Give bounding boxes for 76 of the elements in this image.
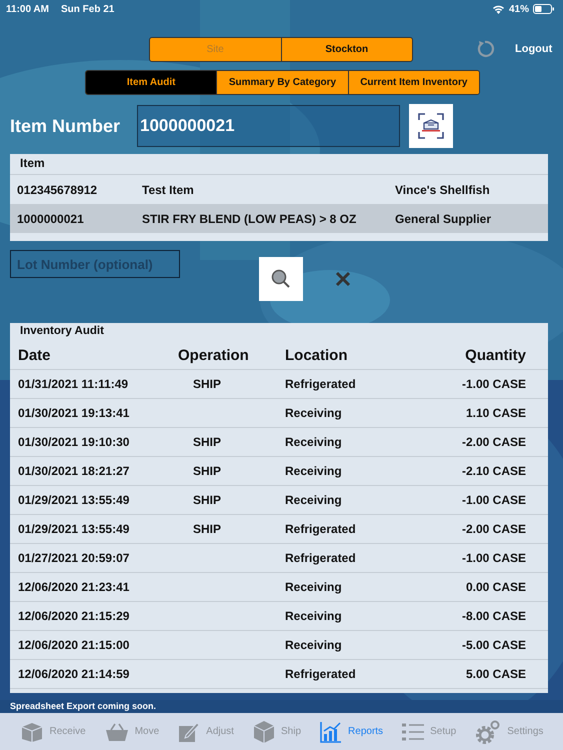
table-cell-text: 1000000021 <box>17 212 85 226</box>
table-cell-text: 01/30/2021 19:10:30 <box>18 435 130 449</box>
table-cell-text: -2.10 CASE <box>460 464 526 478</box>
table-cell-text: Receiving <box>285 435 343 449</box>
battery-percent: 41% <box>508 4 529 14</box>
table-cell-text: 01/31/2021 11:11:49 <box>18 377 130 391</box>
table-cell-text: Refrigerated <box>285 522 357 536</box>
table-cell-text: Vince's Shellfish <box>395 182 491 196</box>
table-cell-text: Refrigerated <box>285 551 357 565</box>
table-cell-text: SHIP <box>192 377 222 391</box>
column-header: Operation <box>178 347 250 364</box>
logout-button[interactable]: Logout <box>515 43 552 55</box>
table-cell-text: 01/30/2021 18:21:27 <box>18 464 130 478</box>
table-cell-text: SHIP <box>192 522 222 536</box>
table-cell-text: Receiving <box>285 406 343 420</box>
table-cell-text: SHIP <box>192 493 222 507</box>
table-cell-text: 5.00 CASE <box>464 667 526 681</box>
basket-icon <box>104 722 129 742</box>
table-cell-text: -5.00 CASE <box>460 638 526 652</box>
item-number-label: Item Number <box>10 116 122 136</box>
box-icon <box>20 720 44 742</box>
table-cell-text: SHIP <box>192 464 222 478</box>
table-cell-text: -8.00 CASE <box>460 609 526 623</box>
list-icon <box>402 722 424 740</box>
wifi-icon <box>492 4 505 14</box>
item-row[interactable]: 012345678912 Test Item Vince's Shellfish <box>10 175 548 204</box>
table-cell-text: -1.00 CASE <box>460 377 526 391</box>
table-cell-text: Receiving <box>285 580 343 594</box>
clear-icon[interactable] <box>335 271 351 287</box>
table-cell-text: SHIP <box>192 435 222 449</box>
report-tab[interactable]: Current Item Inventory <box>348 71 479 94</box>
table-cell-text: -2.00 CASE <box>460 522 526 536</box>
footer-note: Spreadsheet Export coming soon. <box>10 701 158 711</box>
search-button[interactable] <box>259 257 303 301</box>
table-cell-text: Receiving <box>285 493 343 507</box>
table-cell-text: -2.00 CASE <box>460 435 526 449</box>
table-cell-text: 12/06/2020 21:15:00 <box>18 638 130 652</box>
table-title: Inventory Audit <box>19 324 105 339</box>
column-header: Quantity <box>464 347 526 364</box>
scan-button[interactable] <box>409 104 453 148</box>
table-header: Item <box>10 154 548 175</box>
chart-icon <box>320 720 342 742</box>
table-cell-text: Refrigerated <box>285 667 357 681</box>
edit-icon <box>178 720 200 742</box>
report-tab[interactable]: Item Audit <box>86 71 216 94</box>
item-row[interactable]: 1000000021 STIR FRY BLEND (LOW PEAS) > 8 OZ General Supplier <box>10 204 548 233</box>
package-icon <box>253 720 275 744</box>
table-cell-text: 01/30/2021 19:13:41 <box>18 406 130 420</box>
table-cell-text: 01/29/2021 13:55:49 <box>18 493 130 507</box>
table-cell-text: Refrigerated <box>285 377 357 391</box>
table-cell-text: Receiving <box>285 464 343 478</box>
table-cell-text: Receiving <box>285 638 343 652</box>
table-cell-text: -1.00 CASE <box>460 493 526 507</box>
battery-icon <box>533 4 555 14</box>
table-cell-text: 01/29/2021 13:55:49 <box>18 522 130 536</box>
table-cell-text: 12/06/2020 21:15:29 <box>18 609 130 623</box>
scan-icon <box>416 111 446 141</box>
column-header: Location <box>285 347 348 364</box>
tab-bar-item[interactable]: Reports <box>320 720 384 742</box>
table-cell-text: 0.00 CASE <box>464 580 526 594</box>
table-cell-text: STIR FRY BLEND (LOW PEAS) > 8 OZ <box>142 212 358 226</box>
table-cell-text: Test Item <box>142 182 195 196</box>
status-date: Sun Feb 21 <box>60 4 114 14</box>
table-cell-text: 012345678912 <box>17 182 98 196</box>
status-time: 11:00 AM <box>6 4 49 14</box>
table-cell-text: 1.10 CASE <box>464 406 526 420</box>
column-header: Date <box>18 347 52 364</box>
table-cell-text: General Supplier <box>395 212 492 226</box>
search-icon <box>270 268 292 290</box>
table-cell-text: Receiving <box>285 609 343 623</box>
table-cell-text: 12/06/2020 21:14:59 <box>18 667 130 681</box>
item-number-field[interactable]: 1000000021 <box>137 105 400 147</box>
table-cell-text: -1.00 CASE <box>460 551 526 565</box>
gears-icon <box>475 720 502 744</box>
table-cell-text: 12/06/2020 21:23:41 <box>18 580 130 594</box>
table-cell-text: 01/27/2021 20:59:07 <box>18 551 130 565</box>
